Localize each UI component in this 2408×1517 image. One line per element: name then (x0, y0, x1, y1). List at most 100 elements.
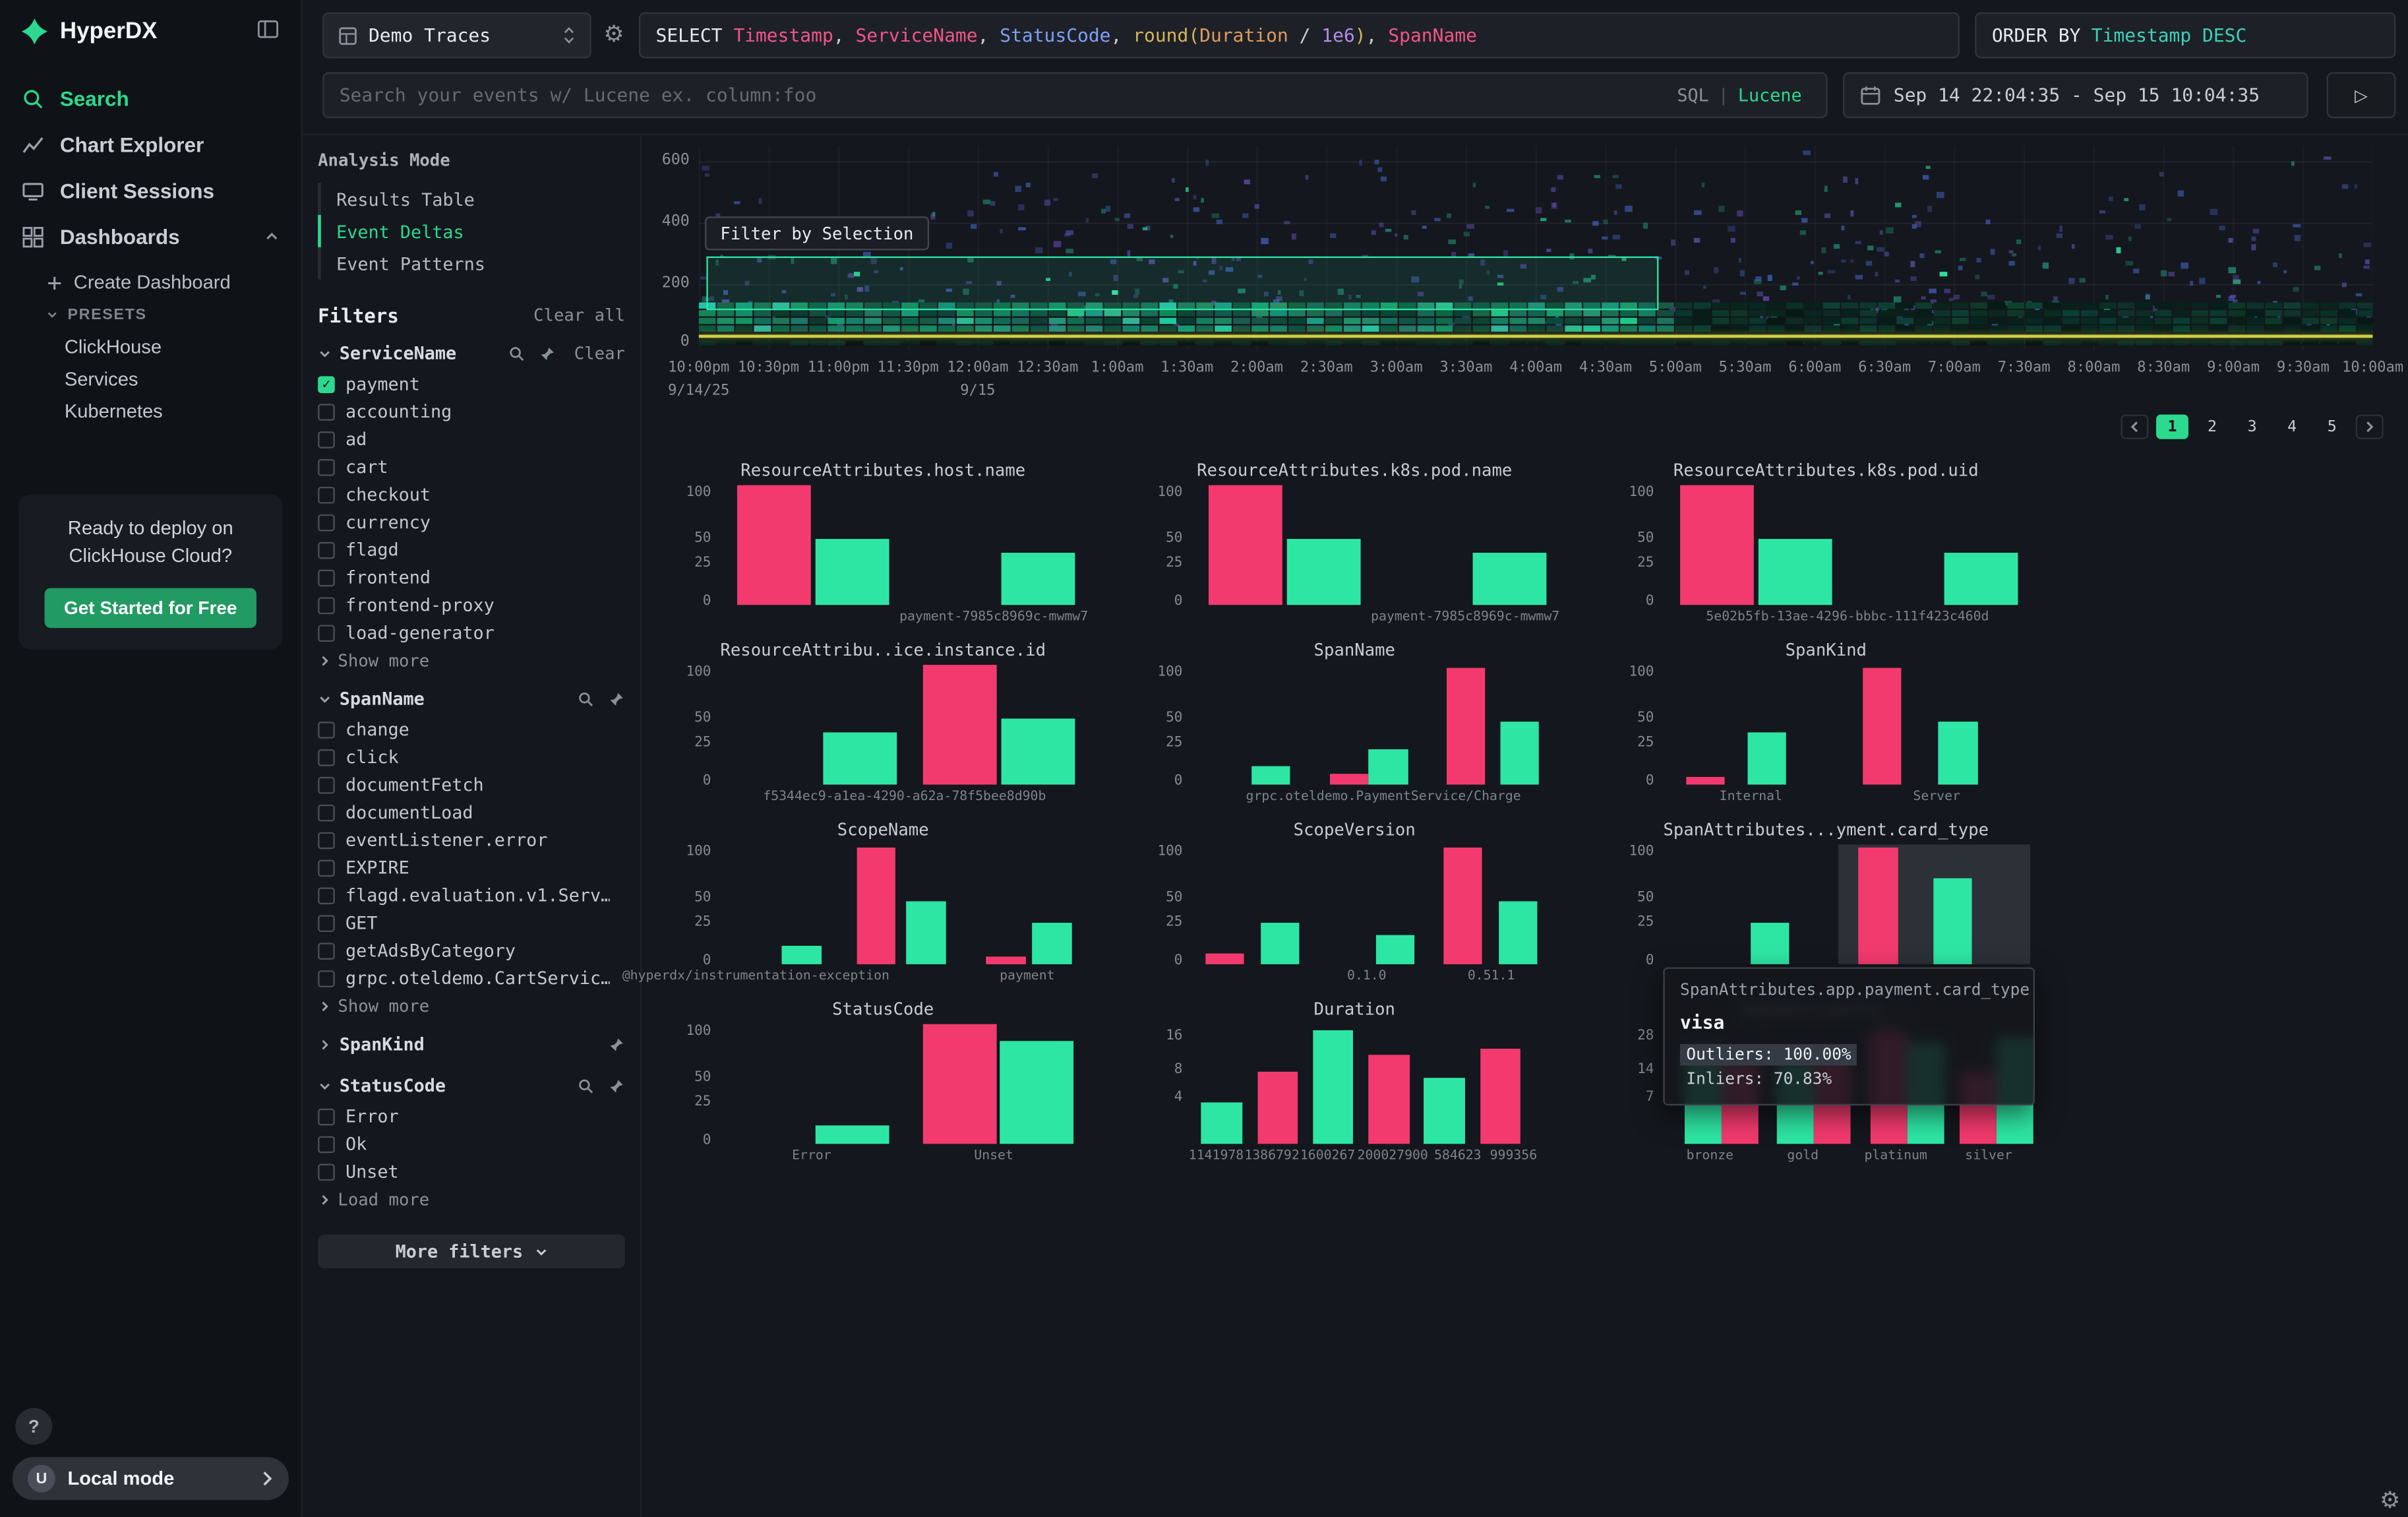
run-query-button[interactable]: ▷ (2327, 72, 2396, 118)
sidebar-item-client-sessions[interactable]: Client Sessions (0, 168, 301, 214)
clear-filter-button[interactable]: Clear (574, 343, 625, 363)
bar[interactable] (1261, 923, 1300, 964)
create-dashboard-button[interactable]: Create Dashboard (0, 266, 301, 299)
gear-icon[interactable]: ⚙ (2380, 1486, 2400, 1514)
bar[interactable] (1033, 923, 1071, 964)
checkbox[interactable] (318, 942, 335, 959)
lucene-mode-button[interactable]: Lucene (1738, 84, 1802, 106)
bar[interactable] (1939, 721, 1977, 784)
filter-option-click[interactable]: click (318, 743, 625, 771)
checkbox[interactable] (318, 721, 335, 738)
pin-icon[interactable] (608, 1077, 625, 1094)
filter-option-getAdsByCategory[interactable]: getAdsByCategory (318, 937, 625, 964)
checkbox[interactable] (318, 886, 335, 904)
checkbox[interactable] (318, 970, 335, 987)
filter-option-accounting[interactable]: accounting (318, 398, 625, 425)
bar[interactable] (923, 1024, 998, 1144)
chevron-down-icon[interactable] (318, 1078, 332, 1092)
sql-mode-button[interactable]: SQL (1677, 84, 1708, 106)
search-icon[interactable] (578, 690, 595, 707)
sidebar-item-clickhouse[interactable]: ClickHouse (0, 330, 301, 362)
sidebar-collapse-icon[interactable] (256, 18, 280, 45)
bar[interactable] (1251, 766, 1290, 785)
sql-select-input[interactable]: SELECT Timestamp, ServiceName, StatusCod… (639, 13, 1960, 59)
bar[interactable] (1001, 719, 1075, 785)
gear-icon[interactable]: ⚙ (603, 20, 624, 47)
chevron-up-icon[interactable] (264, 229, 280, 244)
filter-option-change[interactable]: change (318, 716, 625, 743)
help-button[interactable]: ? (15, 1408, 52, 1445)
bar[interactable] (857, 848, 895, 964)
bar[interactable] (1862, 668, 1901, 784)
filter-option-EXPIRE[interactable]: EXPIRE (318, 853, 625, 881)
filter-option-Ok[interactable]: Ok (318, 1130, 625, 1158)
filter-option-GET[interactable]: GET (318, 909, 625, 937)
mode-event-patterns[interactable]: Event Patterns (318, 247, 625, 280)
checkbox[interactable] (318, 804, 335, 821)
checkbox[interactable] (318, 832, 335, 849)
bar[interactable] (737, 485, 812, 605)
order-by-input[interactable]: ORDER BY Timestamp DESC (1975, 13, 2395, 59)
filter-option-payment[interactable]: payment (318, 370, 625, 398)
get-started-button[interactable]: Get Started for Free (44, 588, 257, 629)
bar[interactable] (1933, 878, 1972, 964)
bar[interactable] (1759, 539, 1833, 605)
bar[interactable] (1313, 1030, 1354, 1144)
filter-group-header-SpanName[interactable]: SpanName (318, 682, 625, 716)
bar[interactable] (923, 665, 998, 785)
filter-group-header-SpanKind[interactable]: SpanKind (318, 1027, 625, 1061)
bar[interactable] (1686, 776, 1725, 785)
selection-region[interactable] (706, 257, 1658, 310)
checkbox[interactable] (318, 749, 335, 766)
checkbox[interactable] (318, 1135, 335, 1152)
bar[interactable] (1369, 1054, 1410, 1144)
filter-option-cart[interactable]: cart (318, 453, 625, 481)
checkbox[interactable] (318, 624, 335, 641)
checkbox[interactable] (318, 914, 335, 931)
bar[interactable] (986, 956, 1025, 964)
pin-icon[interactable] (608, 690, 625, 707)
filter-option-frontend[interactable]: frontend (318, 563, 625, 591)
show-more-button[interactable]: Show more (318, 992, 625, 1020)
bar[interactable] (1369, 750, 1408, 785)
filter-option-load-generator[interactable]: load-generator (318, 619, 625, 646)
checkbox[interactable] (318, 486, 335, 503)
chevron-right-icon[interactable] (318, 1037, 332, 1051)
filter-option-documentFetch[interactable]: documentFetch (318, 771, 625, 799)
bar[interactable] (1000, 1041, 1074, 1144)
checkbox[interactable] (318, 542, 335, 559)
bar[interactable] (1747, 732, 1786, 785)
bar[interactable] (782, 946, 821, 964)
filter-group-header-ServiceName[interactable]: ServiceNameClear (318, 336, 625, 370)
sidebar-item-services[interactable]: Services (0, 362, 301, 394)
show-more-button[interactable]: Show more (318, 646, 625, 674)
checkbox[interactable] (318, 514, 335, 531)
checkbox[interactable] (318, 403, 335, 420)
bar[interactable] (1859, 848, 1898, 964)
search-icon[interactable] (578, 1077, 595, 1094)
bar[interactable] (1287, 539, 1362, 605)
filter-option-frontend-proxy[interactable]: frontend-proxy (318, 591, 625, 619)
filter-option-currency[interactable]: currency (318, 509, 625, 536)
bar[interactable] (1472, 553, 1547, 605)
checkbox[interactable] (318, 776, 335, 793)
checkbox[interactable] (318, 458, 335, 476)
filter-option-checkout[interactable]: checkout (318, 481, 625, 509)
bar[interactable] (1424, 1078, 1465, 1144)
bar[interactable] (816, 1126, 890, 1144)
filter-group-header-StatusCode[interactable]: StatusCode (318, 1068, 625, 1102)
bar[interactable] (1680, 485, 1755, 605)
date-range-picker[interactable]: Sep 14 22:04:35 - Sep 15 10:04:35 (1843, 72, 2308, 118)
filter-option-eventListener.error[interactable]: eventListener.error (318, 826, 625, 853)
mode-event-deltas[interactable]: Event Deltas (318, 215, 625, 247)
clear-all-button[interactable]: Clear all (533, 305, 625, 325)
bar[interactable] (823, 733, 897, 784)
checkbox[interactable] (318, 431, 335, 448)
filter-option-Unset[interactable]: Unset (318, 1158, 625, 1185)
pin-icon[interactable] (608, 1036, 625, 1053)
checkbox[interactable] (318, 596, 335, 613)
filter-option-flagd[interactable]: flagd (318, 536, 625, 563)
filter-option-Error[interactable]: Error (318, 1102, 625, 1130)
bar[interactable] (1205, 954, 1244, 964)
mode-results-table[interactable]: Results Table (318, 183, 625, 215)
